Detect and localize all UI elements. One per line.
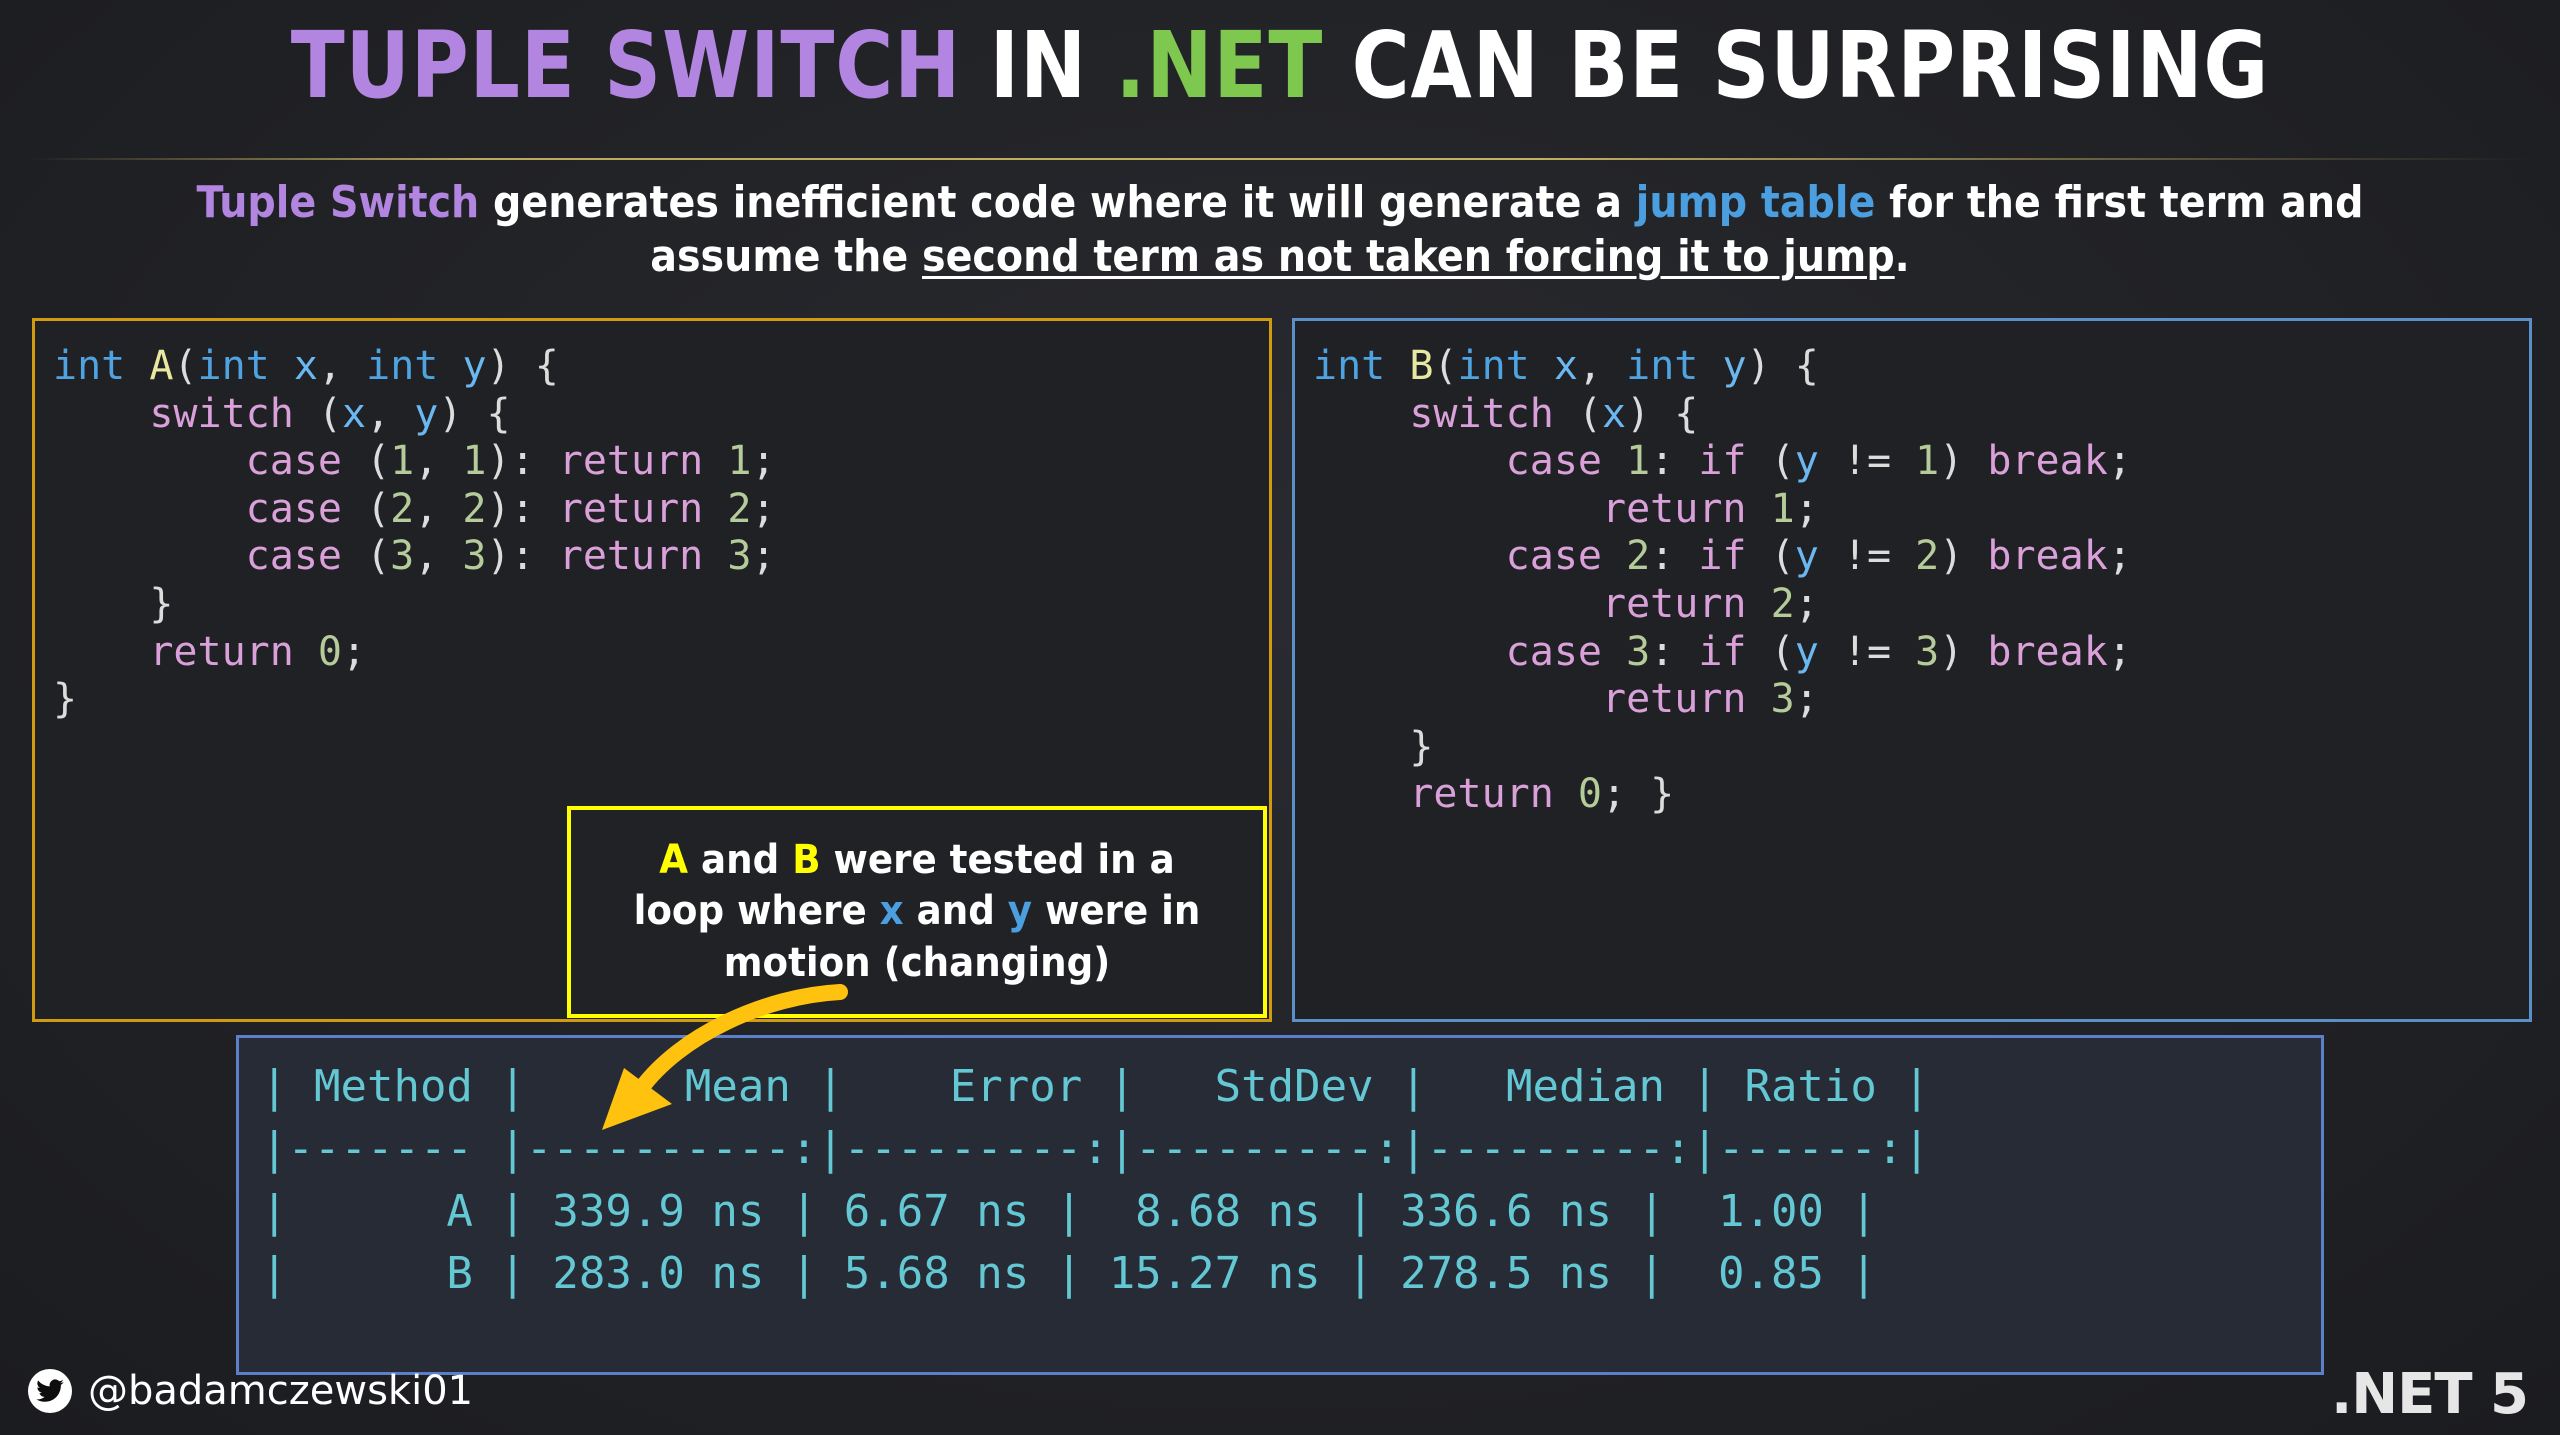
code-line: return 3; (1601, 676, 1819, 723)
code-line: return 1; (1601, 485, 1819, 532)
code-line: case (1, 1): return 1; (245, 438, 776, 485)
page-title: TUPLE SWITCH IN .NET CAN BE SURPRISING (179, 17, 2381, 115)
title-divider (30, 158, 2530, 160)
code-line: } (1313, 723, 1434, 770)
title-part-dotnet: .NET (1115, 12, 1324, 119)
dotnet-version-label: .NET 5 (2330, 1362, 2529, 1427)
author-handle[interactable]: @badamczewski01 (28, 1368, 473, 1414)
code-line: return 0; (149, 628, 367, 675)
code-line: return 0; } (1409, 771, 1675, 818)
subtitle-mid-1: generates inefficient code where it will… (479, 177, 1636, 228)
code-block-method-b: int B(int x, int y) { switch (x) { case … (1292, 318, 2532, 1022)
code-line: switch (x) { (1409, 390, 1699, 437)
table-row: | A | 339.9 ns | 6.67 ns | 8.68 ns | 336… (261, 1185, 1877, 1237)
code-line: case 3: if (y != 3) break; (1505, 628, 2132, 675)
subtitle-lead: Tuple Switch (196, 177, 480, 228)
slide-stage: TUPLE SWITCH IN .NET CAN BE SURPRISING T… (0, 0, 2560, 1435)
subtitle-jump-table-link[interactable]: jump table (1636, 177, 1876, 228)
code-line: int A(int x, int y) { (53, 343, 559, 389)
code-line: case 1: if (y != 1) break; (1505, 438, 2132, 485)
subtitle-period: . (1894, 230, 1910, 282)
code-line: return 2; (1601, 580, 1819, 627)
code-line: switch (x, y) { (149, 390, 511, 437)
title-part-tuple-switch: TUPLE SWITCH (290, 12, 962, 119)
twitter-bird-icon (28, 1369, 72, 1413)
code-line: case (2, 2): return 2; (245, 485, 776, 532)
code-line: int B(int x, int y) { (1313, 343, 1819, 389)
title-part-tail: CAN BE SURPRISING (1323, 12, 2270, 119)
title-part-in: IN (961, 12, 1116, 119)
code-b-lines: int B(int x, int y) { switch (x) { case … (1313, 343, 2529, 819)
code-line: case (3, 3): return 3; (245, 533, 776, 580)
callout-arrow-icon (602, 984, 848, 1130)
subtitle: Tuple Switch generates inefficient code … (146, 176, 2414, 283)
code-a-lines: int A(int x, int y) { switch (x, y) { ca… (53, 343, 1269, 724)
code-line: case 2: if (y != 2) break; (1505, 533, 2132, 580)
code-line: } (53, 580, 174, 627)
table-row: | B | 283.0 ns | 5.68 ns | 15.27 ns | 27… (261, 1248, 1877, 1300)
author-handle-label: @badamczewski01 (88, 1368, 474, 1414)
code-line: } (53, 676, 78, 723)
subtitle-emphasis: second term as not taken forcing it to j… (921, 230, 1895, 282)
callout-text: A and B were tested in a loop where x an… (633, 837, 1201, 986)
